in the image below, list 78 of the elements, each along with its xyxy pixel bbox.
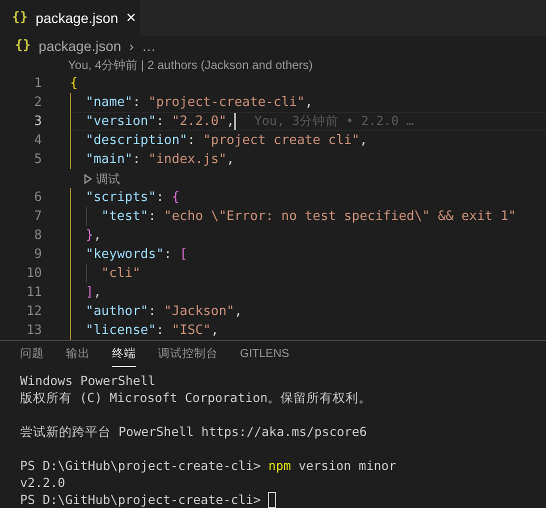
code-punctuation: , xyxy=(226,112,234,131)
code-punctuation: , xyxy=(93,284,102,302)
code-punctuation: : xyxy=(156,188,165,207)
breadcrumb-separator: › xyxy=(129,36,134,56)
breadcrumb-item[interactable]: package.json xyxy=(38,36,122,56)
line-number: 2 xyxy=(33,94,42,112)
code-punctuation: : xyxy=(148,208,158,226)
line-number: 6 xyxy=(33,188,42,207)
codelens-debug-link[interactable]: 调试 xyxy=(96,170,120,188)
panel-tab[interactable]: 调试控制台 xyxy=(158,346,218,368)
panel-tab[interactable]: GITLENS xyxy=(240,346,290,368)
json-string: "Jackson" xyxy=(164,302,234,321)
json-key: "name" xyxy=(86,92,133,112)
panel-tab[interactable]: 问题 xyxy=(20,346,44,368)
code-punctuation: { xyxy=(172,188,180,207)
json-key: "test" xyxy=(101,206,148,226)
code-punctuation: { xyxy=(70,74,78,93)
line-number: 11 xyxy=(25,284,42,302)
terminal-output: version minor xyxy=(297,457,396,474)
code-punctuation: , xyxy=(226,150,234,169)
editor-tab[interactable]: {} package.json × xyxy=(0,0,140,36)
code-punctuation: : xyxy=(156,112,165,131)
terminal-output: 尝试新的跨平台 PowerShell https://aka.ms/pscore6 xyxy=(20,423,367,440)
terminal-output: Windows PowerShell xyxy=(20,372,156,389)
terminal-prompt: PS D:\GitHub\project-create-cli> xyxy=(20,457,262,474)
code-punctuation: , xyxy=(93,226,102,245)
json-string: "2.2.0" xyxy=(172,112,227,131)
codelens-text[interactable]: You, 4分钟前 | 2 authors (Jackson and others) xyxy=(68,56,313,74)
json-key: "scripts" xyxy=(86,188,156,208)
code-punctuation: : xyxy=(187,132,196,150)
code-punctuation: , xyxy=(304,94,313,112)
code-punctuation: : xyxy=(148,302,158,321)
line-number: 8 xyxy=(33,226,42,245)
json-key: "keywords" xyxy=(86,244,164,264)
close-icon[interactable]: × xyxy=(126,5,136,31)
line-number: 1 xyxy=(33,74,42,93)
tab-label: package.json xyxy=(36,8,118,28)
terminal-prompt: PS D:\GitHub\project-create-cli> xyxy=(20,491,262,508)
json-key: "description" xyxy=(86,130,188,150)
json-icon: {} xyxy=(15,36,31,56)
breadcrumb-item[interactable]: … xyxy=(142,36,156,56)
json-string: "cli" xyxy=(101,264,140,283)
line-number: 5 xyxy=(33,150,42,169)
code-punctuation: } xyxy=(86,226,94,245)
panel-tab[interactable]: 输出 xyxy=(66,346,90,368)
terminal-output: v2.2.0 xyxy=(20,474,66,491)
json-string: "index.js" xyxy=(148,150,227,169)
line-number: 3 xyxy=(33,112,42,131)
json-key: "version" xyxy=(86,112,156,132)
code-punctuation: , xyxy=(210,322,219,340)
panel-tab[interactable]: 终端 xyxy=(112,346,136,368)
code-punctuation: : xyxy=(132,150,142,169)
json-key: "license" xyxy=(86,320,156,340)
line-number: 4 xyxy=(33,132,42,150)
line-number: 10 xyxy=(25,264,42,283)
code-punctuation: , xyxy=(234,302,242,321)
json-key: "main" xyxy=(86,150,133,170)
line-number: 9 xyxy=(33,246,42,264)
json-key: "author" xyxy=(86,302,148,322)
code-punctuation: : xyxy=(156,322,165,340)
code-punctuation: ] xyxy=(86,284,94,302)
terminal-output: 版权所有 (C) Microsoft Corporation。保留所有权利。 xyxy=(20,389,372,406)
json-string: "ISC" xyxy=(172,322,211,340)
play-icon xyxy=(84,174,92,184)
inline-blame: You, 3分钟前 • 2.2.0 … xyxy=(254,112,414,130)
line-number: 13 xyxy=(25,322,42,340)
code-punctuation: : xyxy=(132,94,142,112)
code-punctuation: [ xyxy=(180,246,188,264)
code-punctuation: , xyxy=(360,132,368,150)
terminal-command: npm xyxy=(268,457,291,474)
line-number: 12 xyxy=(25,302,42,321)
code-punctuation: : xyxy=(164,246,173,264)
json-string: "project-create-cli" xyxy=(148,94,305,112)
json-icon: {} xyxy=(12,8,28,28)
line-number: 7 xyxy=(33,208,42,226)
json-string: "echo \"Error: no test specified\" && exit 1" xyxy=(164,208,516,226)
text-cursor xyxy=(234,113,236,130)
json-string: "project create cli" xyxy=(203,132,360,150)
